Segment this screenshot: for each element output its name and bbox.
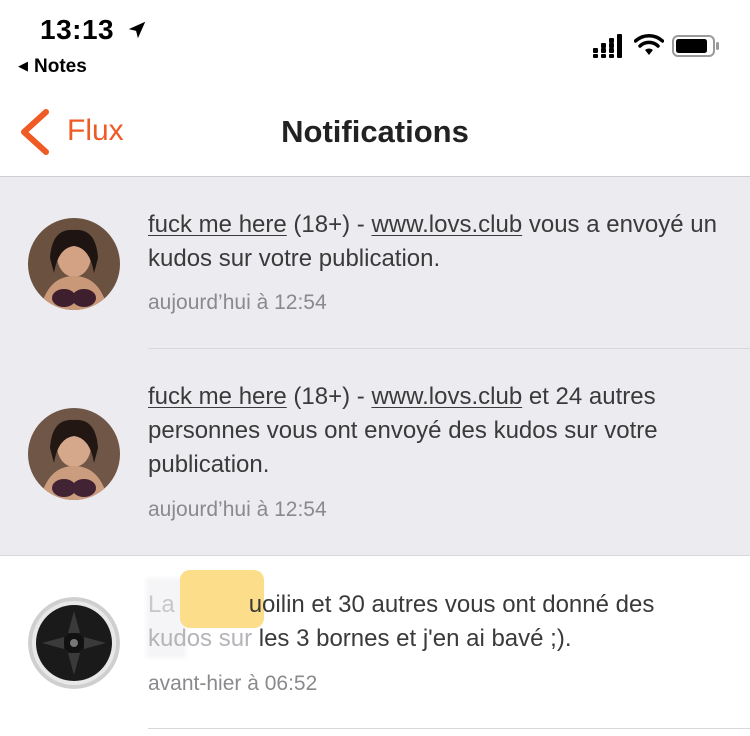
status-time: 13:13 bbox=[40, 14, 115, 45]
back-to-app-link[interactable]: ◀ Notes bbox=[18, 56, 87, 78]
notification-timestamp: aujourd’hui à 12:54 bbox=[148, 498, 327, 521]
divider bbox=[148, 728, 750, 729]
status-bar: 13:13 ◀ Notes bbox=[0, 0, 750, 86]
notification-timestamp: avant-hier à 06:52 bbox=[148, 672, 318, 695]
notification-body-line1: et 30 autres vous ont donné des bbox=[311, 591, 655, 618]
cellular-signal-icon bbox=[593, 34, 622, 58]
avatar[interactable] bbox=[28, 408, 120, 500]
notification-item[interactable]: fuck me here (18+) - www.lovs.club et 24… bbox=[0, 349, 750, 555]
wifi-icon bbox=[634, 34, 664, 55]
notification-body-prefix: kudos bbox=[148, 625, 213, 652]
avatar[interactable] bbox=[28, 597, 120, 689]
dash: - bbox=[356, 211, 365, 238]
notification-link[interactable]: www.lovs.club bbox=[371, 211, 522, 238]
notification-text: fuck me here (18+) - www.lovs.club vous … bbox=[148, 208, 730, 276]
page-title: Notifications bbox=[281, 114, 469, 149]
age-tag: (18+) bbox=[293, 211, 351, 238]
notification-user-name[interactable]: fuck me here bbox=[148, 211, 287, 238]
back-app-label: Notes bbox=[34, 56, 87, 77]
avatar[interactable] bbox=[28, 218, 120, 310]
dash: - bbox=[356, 383, 365, 410]
location-arrow-icon bbox=[128, 21, 146, 39]
notification-item[interactable]: La uoilin et 30 autres vous ont donné des… bbox=[0, 555, 750, 736]
age-tag: (18+) bbox=[293, 383, 351, 410]
notification-timestamp: aujourd’hui à 12:54 bbox=[148, 291, 327, 314]
back-triangle-icon: ◀ bbox=[18, 58, 28, 73]
notification-link[interactable]: www.lovs.club bbox=[371, 383, 522, 410]
notification-body-line2: les 3 bornes et j'en ai bavé ;). bbox=[258, 625, 572, 652]
notification-body-hidden: sur bbox=[218, 625, 253, 652]
notification-user-name-suffix[interactable]: uoilin bbox=[249, 591, 305, 618]
navigation-bar: Flux Notifications bbox=[0, 86, 750, 177]
notification-text: fuck me here (18+) - www.lovs.club et 24… bbox=[148, 380, 730, 482]
notification-text: La uoilin et 30 autres vous ont donné des… bbox=[148, 588, 730, 656]
battery-icon bbox=[672, 35, 719, 57]
notification-user-name[interactable]: fuck me here bbox=[148, 383, 287, 410]
notification-item[interactable]: fuck me here (18+) - www.lovs.club vous … bbox=[0, 177, 750, 349]
notification-user-name-prefix[interactable]: La bbox=[148, 591, 175, 618]
